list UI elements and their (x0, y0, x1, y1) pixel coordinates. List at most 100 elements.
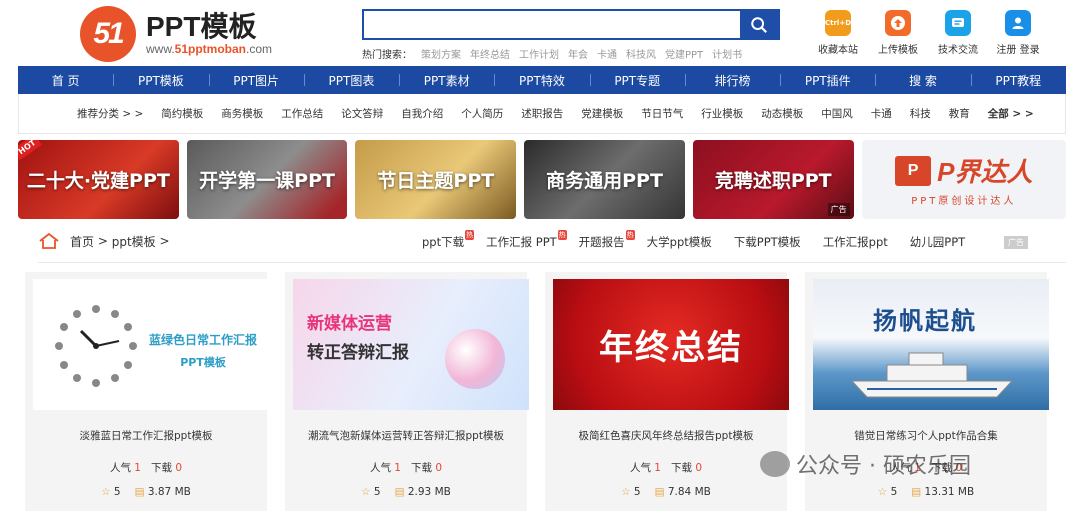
template-title[interactable]: 潮流气泡新媒体运营转正答辩汇报ppt模板 (285, 428, 527, 443)
banner-holiday[interactable]: 节日主题PPT (355, 140, 517, 219)
template-card[interactable]: 年终总结 极简红色喜庆风年终总结报告ppt模板 人气 1 下载 0 ☆ 5 ▤ … (545, 272, 789, 511)
quick-link[interactable]: 工作汇报 PPT 热 (486, 230, 567, 250)
ctrl-d-icon: Ctrl+D (825, 10, 851, 36)
quick-link[interactable]: 工作汇报ppt (823, 234, 888, 250)
nav-rankings[interactable]: 排行榜 (684, 66, 780, 94)
hot-term[interactable]: 年会 (568, 46, 588, 61)
category-all[interactable]: 全部 > > (988, 106, 1034, 121)
category-link[interactable]: 动态模板 (761, 106, 803, 121)
quick-link[interactable]: 大学ppt模板 (647, 234, 712, 250)
bookmark-site-button[interactable]: Ctrl+D 收藏本站 (808, 10, 868, 56)
hot-term[interactable]: 科技风 (626, 46, 656, 61)
upload-template-button[interactable]: 上传模板 (868, 10, 928, 56)
category-link[interactable]: 述职报告 (521, 106, 563, 121)
database-icon: ▤ (911, 486, 922, 498)
thumb-subtitle: PPT模板 (180, 356, 226, 369)
banner-party-building[interactable]: HOT 二十大·党建PPT (18, 140, 179, 219)
banner-job-report[interactable]: 竞聘述职PPT 广告 (692, 140, 854, 219)
nav-home[interactable]: 首 页 (18, 66, 113, 94)
tool-label: 注册 登录 (996, 45, 1040, 56)
quick-links: ppt下载热 工作汇报 PPT 热 开题报告热 大学ppt模板 下载PPT模板 工… (422, 230, 965, 250)
clock-icon (55, 305, 137, 387)
template-thumbnail[interactable]: 新媒体运营 转正答辩汇报 (293, 279, 529, 410)
breadcrumb-current[interactable]: ppt模板 (112, 233, 156, 250)
quick-link[interactable]: 下载PPT模板 (734, 234, 801, 250)
file-size: 7.84 MB (667, 486, 711, 498)
bubble-graphic (445, 329, 505, 389)
database-icon: ▤ (654, 486, 665, 498)
nav-ppt-plugins[interactable]: PPT插件 (780, 66, 875, 94)
category-link[interactable]: 论文答辩 (341, 106, 383, 121)
thumb-title: 新媒体运营 (307, 314, 392, 334)
nav-ppt-templates[interactable]: PPT模板 (113, 66, 208, 94)
hot-tag: 热 (625, 230, 635, 240)
ad-label: 广告 (827, 203, 850, 216)
quick-link[interactable]: 开题报告热 (579, 230, 635, 250)
login-register-button[interactable]: 注册 登录 (988, 10, 1048, 56)
template-card[interactable]: 蓝绿色日常工作汇报 PPT模板 淡雅蓝日常工作汇报ppt模板 人气 1 下载 0… (25, 272, 269, 511)
hot-term[interactable]: 党建PPT (665, 46, 703, 61)
hot-term[interactable]: 策划方案 (421, 46, 461, 61)
category-link[interactable]: 简约模板 (161, 106, 203, 121)
banner-business[interactable]: 商务通用PPT (524, 140, 685, 219)
template-stats: 人气 1 下载 0 (109, 462, 183, 474)
breadcrumb: 首页 > ppt模板 > (38, 232, 170, 250)
quick-link[interactable]: 幼儿园PPT (910, 234, 965, 250)
upload-icon (885, 10, 911, 36)
template-card[interactable]: 新媒体运营 转正答辩汇报 潮流气泡新媒体运营转正答辩汇报ppt模板 人气 1 下… (285, 272, 529, 511)
file-size: 13.31 MB (924, 486, 975, 498)
template-thumbnail[interactable]: 扬帆起航 (813, 279, 1049, 410)
nav-ppt-assets[interactable]: PPT素材 (399, 66, 494, 94)
promo-subtitle: PPT原创设计达人 (911, 196, 1017, 207)
category-link[interactable]: 商务模板 (221, 106, 263, 121)
category-link[interactable]: 个人简历 (461, 106, 503, 121)
nav-ppt-topics[interactable]: PPT专题 (589, 66, 685, 94)
category-link[interactable]: 节日节气 (641, 106, 683, 121)
promo-banner[interactable]: P P界达人 PPT原创设计达人 (861, 140, 1066, 219)
category-link[interactable]: 卡通 (871, 106, 892, 121)
rating: 5 (633, 486, 641, 498)
category-link[interactable]: 科技 (910, 106, 931, 121)
search-button[interactable] (740, 11, 778, 38)
template-thumbnail[interactable]: 年终总结 (553, 279, 789, 410)
hot-term[interactable]: 工作计划 (519, 46, 559, 61)
powerpoint-icon: P (895, 155, 932, 186)
hot-search-label: 热门搜索： (362, 50, 412, 61)
database-icon: ▤ (394, 486, 405, 498)
category-link[interactable]: 工作总结 (281, 106, 323, 121)
watermark-text: 公众号 · 硕农乐园 (796, 454, 971, 479)
ship-icon (850, 352, 1014, 398)
category-link[interactable]: 行业模板 (701, 106, 743, 121)
hot-term[interactable]: 卡通 (597, 46, 617, 61)
category-link[interactable]: 教育 (949, 106, 970, 121)
banner-title: 竞聘述职PPT (714, 170, 832, 192)
template-title[interactable]: 错觉日常练习个人ppt作品合集 (805, 428, 1047, 443)
rating: 5 (113, 486, 121, 498)
search-input[interactable] (364, 11, 740, 38)
nav-search[interactable]: 搜 索 (875, 66, 970, 94)
category-recommended[interactable]: 推荐分类 > > (77, 106, 143, 121)
hot-term[interactable]: 年终总结 (470, 46, 510, 61)
nav-ppt-tutorials[interactable]: PPT教程 (970, 66, 1066, 94)
banner-title: 开学第一课PPT (199, 170, 335, 192)
tech-exchange-button[interactable]: 技术交流 (928, 10, 988, 56)
template-thumbnail[interactable]: 蓝绿色日常工作汇报 PPT模板 (33, 279, 269, 410)
template-title[interactable]: 淡雅蓝日常工作汇报ppt模板 (25, 428, 267, 443)
banner-title: 二十大·党建PPT (26, 170, 170, 192)
nav-ppt-images[interactable]: PPT图片 (208, 66, 304, 94)
template-title[interactable]: 极简红色喜庆风年终总结报告ppt模板 (545, 428, 787, 443)
category-link[interactable]: 中国风 (821, 106, 853, 121)
template-meta: ☆ 5 ▤ 2.93 MB (285, 486, 527, 498)
nav-ppt-effects[interactable]: PPT特效 (494, 66, 589, 94)
category-link[interactable]: 自我介绍 (401, 106, 443, 121)
page: 51 PPT模板 www.51pptmoban.com 热门搜索： 策划方案 年… (0, 0, 1080, 511)
template-stats: 人气 1 下载 0 (369, 462, 443, 474)
breadcrumb-home[interactable]: 首页 (70, 233, 94, 250)
home-icon[interactable] (38, 232, 60, 250)
site-logo[interactable]: 51 PPT模板 www.51pptmoban.com (80, 6, 272, 62)
category-link[interactable]: 党建模板 (581, 106, 623, 121)
nav-ppt-charts[interactable]: PPT图表 (303, 66, 399, 94)
banner-school-start[interactable]: 开学第一课PPT (186, 140, 348, 219)
hot-term[interactable]: 计划书 (712, 46, 742, 61)
quick-link[interactable]: ppt下载热 (422, 230, 475, 250)
